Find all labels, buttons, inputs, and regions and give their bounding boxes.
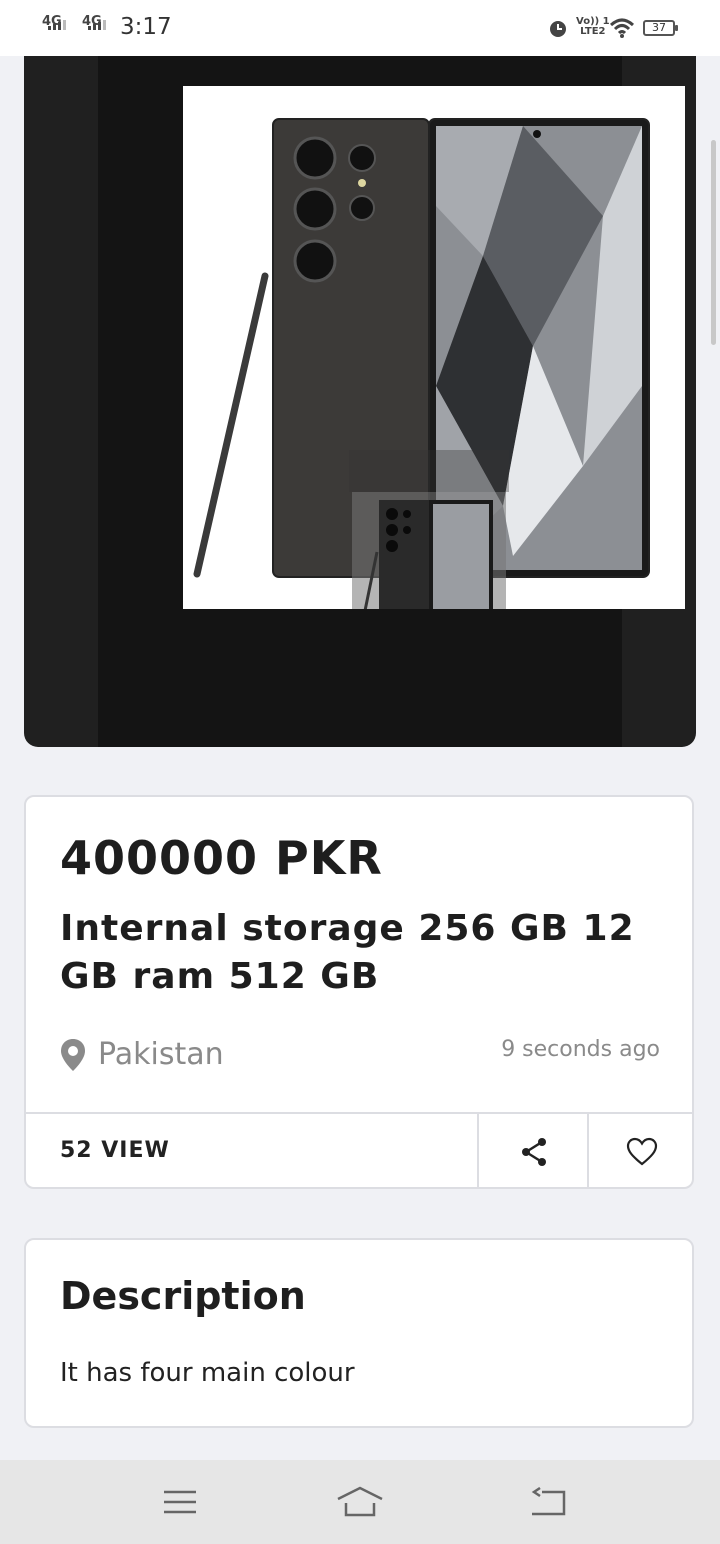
system-nav-bar <box>0 1460 720 1544</box>
scrollbar[interactable] <box>711 140 716 345</box>
alarm-icon <box>550 21 566 37</box>
product-image[interactable] <box>183 86 685 652</box>
card-actions: 52 VIEW <box>26 1112 692 1189</box>
posted-time: 9 seconds ago <box>501 1037 660 1062</box>
heart-icon <box>626 1137 658 1165</box>
location-pin-icon <box>61 1038 85 1071</box>
menu-button[interactable] <box>150 1480 210 1524</box>
menu-icon <box>164 1490 196 1514</box>
share-button[interactable] <box>477 1114 589 1189</box>
description-card: Description It has four main colour <box>24 1238 694 1428</box>
share-icon <box>522 1137 546 1166</box>
clock: 3:17 <box>120 14 172 40</box>
description-heading: Description <box>60 1274 306 1318</box>
listing-price: 400000 PKR <box>60 831 383 885</box>
listing-location: Pakistan <box>60 1037 224 1072</box>
home-button[interactable] <box>330 1480 390 1524</box>
wifi-icon <box>609 18 635 38</box>
location-label: Pakistan <box>98 1037 224 1072</box>
back-icon <box>531 1487 566 1516</box>
phone-illustration <box>193 118 650 652</box>
image-frame <box>98 56 685 747</box>
favorite-button[interactable] <box>587 1114 695 1189</box>
status-bar: 4G 4G 3:17 Vo)) 1 LTE2 37 <box>0 0 720 56</box>
view-count: 52 VIEW <box>60 1138 170 1163</box>
listing-card: 400000 PKR Internal storage 256 GB 12 GB… <box>24 795 694 1189</box>
description-text: It has four main colour <box>60 1358 355 1388</box>
image-viewer[interactable] <box>24 56 696 747</box>
listing-title: Internal storage 256 GB 12 GB ram 512 GB <box>60 908 635 997</box>
volte-indicator: Vo)) 1 LTE2 <box>576 16 610 37</box>
back-button[interactable] <box>518 1480 578 1524</box>
home-icon <box>337 1486 383 1517</box>
battery-icon: 37 <box>643 20 678 36</box>
